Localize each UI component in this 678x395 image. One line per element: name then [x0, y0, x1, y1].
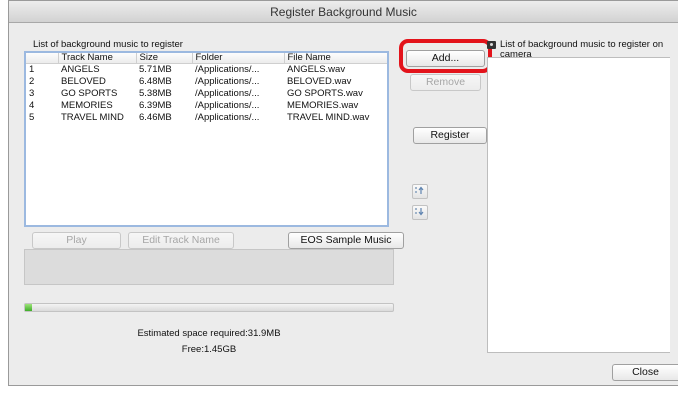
track-name: GO SPORTS	[61, 88, 118, 99]
estimated-space-text: Estimated space required:31.9MB	[137, 328, 281, 339]
table-row[interactable]: 5 TRAVEL MIND 6.46MB /Applications/... T…	[26, 112, 387, 124]
playback-progress-panel	[24, 249, 394, 285]
track-size: 5.71MB	[139, 64, 172, 75]
move-down-icon-glyph	[415, 208, 424, 216]
column-header-file-name[interactable]: File Name	[283, 53, 387, 64]
track-file-name: TRAVEL MIND.wav	[287, 112, 370, 123]
camera-icon	[487, 41, 496, 49]
move-down-icon[interactable]	[412, 205, 428, 220]
track-name: TRAVEL MIND	[61, 112, 124, 123]
move-up-icon-glyph	[415, 186, 424, 194]
row-index: 5	[29, 112, 35, 123]
column-header-index[interactable]	[26, 53, 58, 64]
free-space-text: Free:1.45GB	[181, 344, 237, 355]
capacity-bar-fill	[25, 304, 33, 311]
track-folder: /Applications/...	[195, 112, 260, 123]
window-title: Register Background Music	[270, 5, 417, 19]
track-name: ANGELS	[61, 64, 100, 75]
remove-button[interactable]: Remove	[410, 74, 481, 91]
table-row[interactable]: 2 BELOVED 6.48MB /Applications/... BELOV…	[26, 76, 387, 88]
track-size: 6.46MB	[139, 112, 172, 123]
row-index: 3	[29, 88, 35, 99]
track-file-name: MEMORIES.wav	[287, 100, 359, 111]
capacity-bar	[24, 303, 394, 312]
track-file-name: ANGELS.wav	[287, 64, 346, 75]
row-index: 4	[29, 100, 35, 111]
music-list-label: List of background music to register	[33, 39, 183, 50]
track-file-name: GO SPORTS.wav	[287, 88, 363, 99]
title-bar[interactable]: Register Background Music	[9, 1, 678, 23]
track-size: 6.48MB	[139, 76, 172, 87]
play-button[interactable]: Play	[32, 232, 121, 249]
table-header: Track Name Size Folder File Name	[26, 53, 387, 64]
move-up-icon[interactable]	[412, 184, 428, 199]
table-row[interactable]: 1 ANGELS 5.71MB /Applications/... ANGELS…	[26, 64, 387, 77]
column-header-folder[interactable]: Folder	[191, 53, 284, 64]
track-folder: /Applications/...	[195, 88, 260, 99]
track-name: MEMORIES	[61, 100, 113, 111]
close-button[interactable]: Close	[612, 364, 678, 381]
track-file-name: BELOVED.wav	[287, 76, 352, 87]
track-size: 6.39MB	[139, 100, 172, 111]
track-folder: /Applications/...	[195, 100, 260, 111]
music-list-table[interactable]: Track Name Size Folder File Name 1 ANGEL…	[24, 51, 389, 227]
row-index: 1	[29, 64, 35, 75]
eos-sample-music-button[interactable]: EOS Sample Music	[288, 232, 404, 249]
table-row[interactable]: 3 GO SPORTS 5.38MB /Applications/... GO …	[26, 88, 387, 100]
row-index: 2	[29, 76, 35, 87]
camera-music-list[interactable]	[487, 57, 670, 353]
track-folder: /Applications/...	[195, 64, 260, 75]
track-name: BELOVED	[61, 76, 106, 87]
register-button[interactable]: Register	[413, 127, 487, 144]
table-row[interactable]: 4 MEMORIES 6.39MB /Applications/... MEMO…	[26, 100, 387, 112]
column-header-track-name[interactable]: Track Name	[57, 53, 136, 64]
add-button-highlight	[399, 39, 492, 73]
track-size: 5.38MB	[139, 88, 172, 99]
column-header-size[interactable]: Size	[135, 53, 192, 64]
track-folder: /Applications/...	[195, 76, 260, 87]
edit-track-name-button[interactable]: Edit Track Name	[128, 232, 234, 249]
